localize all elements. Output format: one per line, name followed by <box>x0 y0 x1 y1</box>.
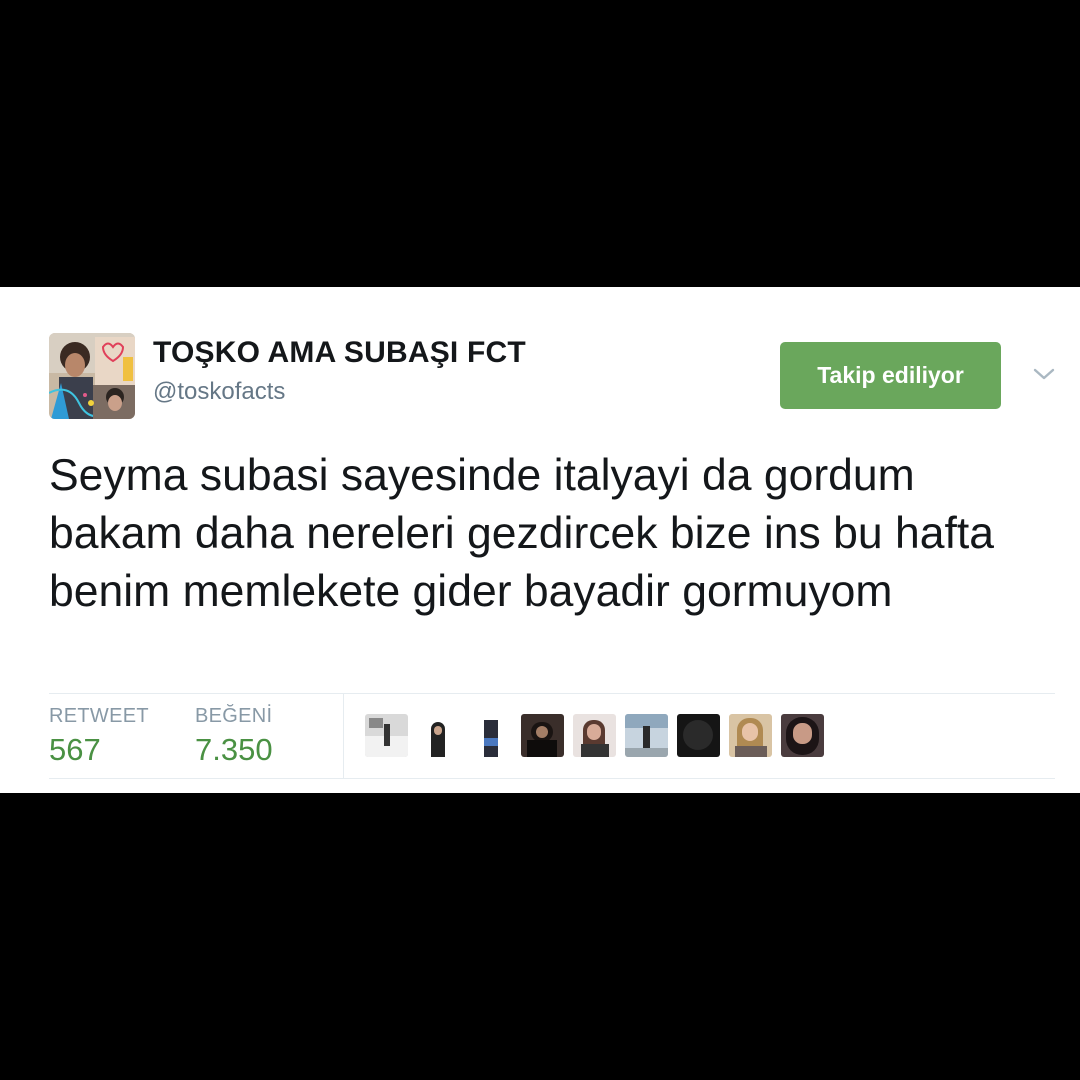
liker-avatar[interactable] <box>781 714 824 757</box>
liker-avatar[interactable] <box>625 714 668 757</box>
divider <box>49 778 1055 779</box>
chevron-down-icon[interactable] <box>1030 364 1058 384</box>
tweet-card: TOŞKO AMA SUBAŞI FCT @toskofacts Takip e… <box>0 287 1080 793</box>
divider <box>49 693 1055 694</box>
retweet-stat[interactable]: RETWEET 567 <box>49 705 149 768</box>
profile-photo <box>49 333 135 419</box>
like-stat[interactable]: BEĞENİ 7.350 <box>195 705 273 768</box>
username-handle[interactable]: @toskofacts <box>153 378 285 406</box>
liker-avatar[interactable] <box>573 714 616 757</box>
retweet-label: RETWEET <box>49 705 149 727</box>
image-frame: TOŞKO AMA SUBAŞI FCT @toskofacts Takip e… <box>0 0 1080 1080</box>
display-name[interactable]: TOŞKO AMA SUBAŞI FCT <box>153 336 526 370</box>
liker-avatar[interactable] <box>417 714 460 757</box>
liker-avatar[interactable] <box>365 714 408 757</box>
like-label: BEĞENİ <box>195 705 273 727</box>
retweet-count: 567 <box>49 732 101 767</box>
liker-avatar[interactable] <box>677 714 720 757</box>
liker-avatar[interactable] <box>729 714 772 757</box>
following-button[interactable]: Takip ediliyor <box>780 342 1001 409</box>
like-count: 7.350 <box>195 732 273 767</box>
tweet-text: Seyma subasi sayesinde italyayi da gordu… <box>49 451 994 616</box>
likers-avatars <box>365 714 824 757</box>
liker-avatar[interactable] <box>521 714 564 757</box>
liker-avatar[interactable] <box>469 714 512 757</box>
profile-avatar[interactable] <box>49 333 135 419</box>
stats-separator <box>343 694 344 778</box>
